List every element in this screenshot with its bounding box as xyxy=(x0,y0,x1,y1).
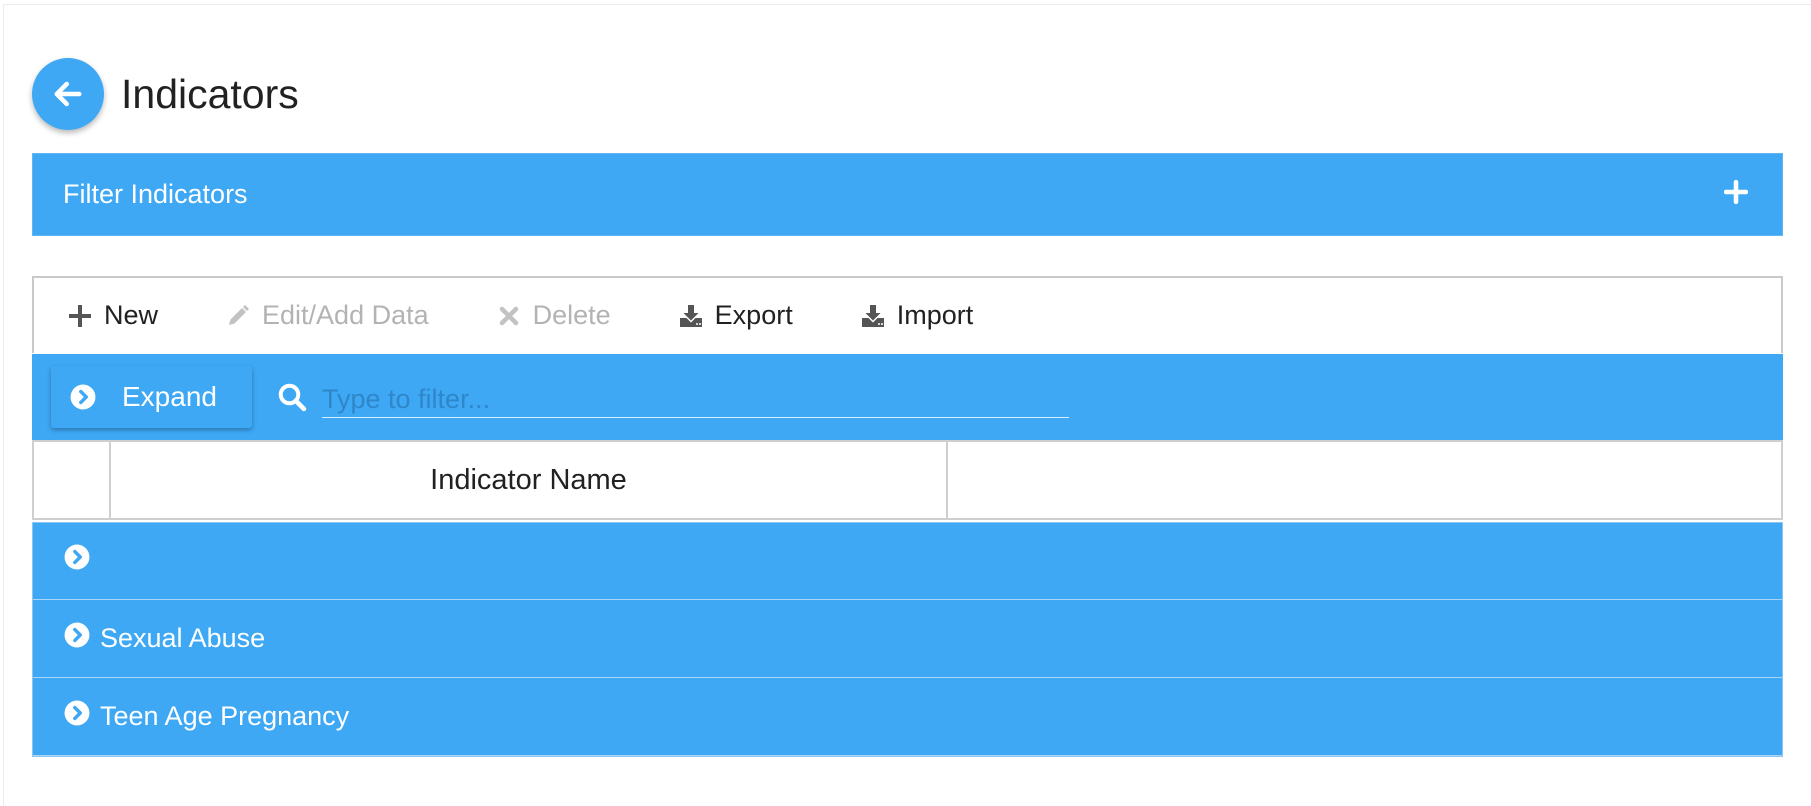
download-icon xyxy=(861,304,884,327)
expand-button[interactable]: Expand xyxy=(51,366,252,428)
pencil-icon xyxy=(229,304,250,325)
new-button[interactable]: New xyxy=(68,300,158,331)
chevron-circle-right-icon[interactable] xyxy=(64,700,90,726)
grid-toolbar: Expand xyxy=(32,354,1783,440)
toolbar: New Edit/Add Data Delete Export Import xyxy=(32,276,1783,353)
group-row-label: Teen Age Pregnancy xyxy=(100,701,350,731)
x-icon xyxy=(499,306,518,325)
plus-icon xyxy=(69,304,91,327)
plus-icon[interactable] xyxy=(1724,179,1748,204)
new-button-label: New xyxy=(104,300,159,330)
import-button-label: Import xyxy=(896,300,974,330)
group-row[interactable] xyxy=(32,522,1783,600)
back-button[interactable] xyxy=(32,58,104,130)
export-button[interactable]: Export xyxy=(679,300,793,331)
export-button-label: Export xyxy=(714,300,793,330)
chevron-circle-right-icon xyxy=(70,384,96,410)
group-row-label: Sexual Abuse xyxy=(100,623,266,653)
search-input[interactable] xyxy=(322,376,1069,418)
group-row[interactable]: Teen Age Pregnancy xyxy=(32,678,1783,756)
delete-button[interactable]: Delete xyxy=(497,300,611,331)
group-row[interactable]: Sexual Abuse xyxy=(32,600,1783,678)
filter-panel-header[interactable]: Filter Indicators xyxy=(32,153,1783,236)
column-header-empty xyxy=(948,442,1781,518)
edit-add-data-button-label: Edit/Add Data xyxy=(262,300,429,330)
column-header-select xyxy=(34,442,111,518)
chevron-circle-right-icon[interactable] xyxy=(64,544,90,570)
table-header: Indicator Name xyxy=(32,440,1783,520)
arrow-left-icon xyxy=(54,81,82,107)
column-header-indicator-name[interactable]: Indicator Name xyxy=(111,442,948,518)
filter-panel-title: Filter Indicators xyxy=(63,179,248,209)
page: Indicators Filter Indicators New Edit/Ad… xyxy=(3,4,1811,806)
search-icon xyxy=(278,383,307,412)
page-title: Indicators xyxy=(121,71,299,117)
edit-add-data-button[interactable]: Edit/Add Data xyxy=(226,300,429,331)
group-rows: Sexual Abuse Teen Age Pregnancy xyxy=(32,522,1783,756)
download-icon xyxy=(679,304,702,327)
chevron-circle-right-icon[interactable] xyxy=(64,622,90,648)
delete-button-label: Delete xyxy=(532,300,611,330)
import-button[interactable]: Import xyxy=(861,300,974,331)
expand-button-label: Expand xyxy=(122,381,217,412)
